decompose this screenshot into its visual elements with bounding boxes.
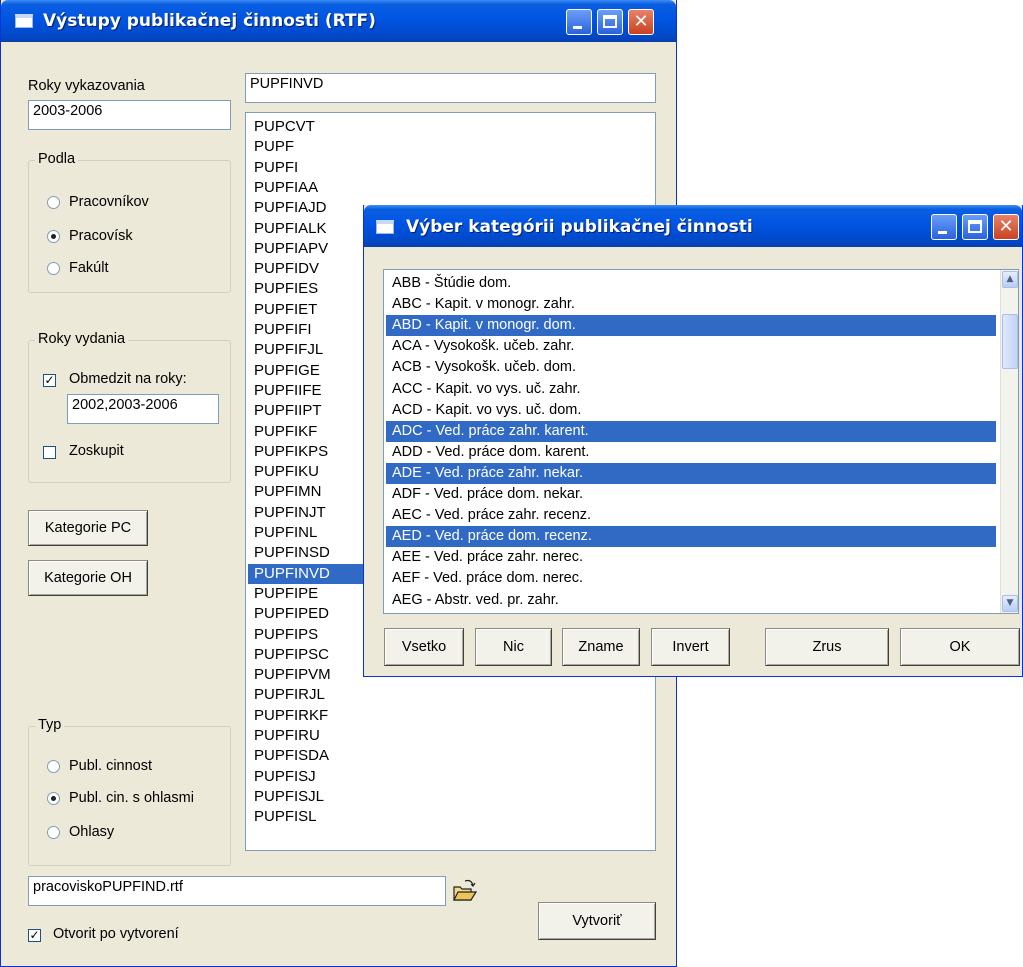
podla-group-label: Podla xyxy=(35,151,79,167)
radio-publ-cinnost-label[interactable]: Publ. cinnost xyxy=(69,758,152,774)
radio-publ-cinnost[interactable] xyxy=(47,760,60,773)
radio-pracovisk-label[interactable]: Pracovísk xyxy=(69,228,133,244)
dialog-maximize-button[interactable] xyxy=(962,214,988,240)
main-titlebar[interactable]: Výstupy publikačnej činnosti (RTF) ✕ xyxy=(1,0,676,42)
ok-button[interactable]: OK xyxy=(900,628,1020,666)
category-list-item[interactable]: ADD - Ved. práce dom. karent. xyxy=(386,442,996,463)
category-list-item[interactable]: ADC - Ved. práce zahr. karent. xyxy=(386,420,996,442)
template-list-item[interactable]: PUPFI xyxy=(248,158,653,178)
years-label: Roky vykazovania xyxy=(28,78,145,94)
radio-publ-cin-ohlasy[interactable] xyxy=(47,792,60,805)
template-list-item[interactable]: PUPFISL xyxy=(248,807,653,827)
select-none-button[interactable]: Nic xyxy=(475,628,552,666)
category-list-item[interactable]: AEG - Abstr. ved. pr. zahr. xyxy=(386,590,996,611)
maximize-icon xyxy=(603,15,617,28)
template-list-item[interactable]: PUPCVT xyxy=(248,117,653,137)
minimize-icon xyxy=(573,26,582,29)
category-list-item[interactable]: ADE - Ved. práce zahr. nekar. xyxy=(386,462,996,484)
radio-ohlasy-label[interactable]: Ohlasy xyxy=(69,824,114,840)
template-list-item[interactable]: PUPFIRKF xyxy=(248,706,653,726)
category-list-item[interactable]: ACB - Vysokošk. učeb. dom. xyxy=(386,357,996,378)
dialog-minimize-button[interactable] xyxy=(931,214,957,240)
radio-publ-cin-ohlasy-label[interactable]: Publ. cin. s ohlasmi xyxy=(69,790,194,806)
open-after-checkbox[interactable]: ✓ xyxy=(28,929,41,942)
group-label[interactable]: Zoskupit xyxy=(69,443,124,459)
template-list-item[interactable]: PUPFISJ xyxy=(248,767,653,787)
restrict-years-label[interactable]: Obmedzit na roky: xyxy=(69,371,187,387)
category-list-item[interactable]: ABC - Kapit. v monogr. zahr. xyxy=(386,294,996,315)
category-list-item[interactable]: ABD - Kapit. v monogr. dom. xyxy=(386,315,996,337)
radio-pracovisk[interactable] xyxy=(47,230,60,243)
category-list-item[interactable]: ACA - Vysokošk. učeb. zahr. xyxy=(386,336,996,357)
close-button[interactable]: ✕ xyxy=(628,9,654,35)
dialog-title: Výber kategórii publikačnej činnosti xyxy=(406,217,753,237)
dialog-close-button[interactable]: ✕ xyxy=(993,214,1019,240)
category-list[interactable]: ABB - Štúdie dom. ABC - Kapit. v monogr. … xyxy=(383,269,1019,614)
category-list-item[interactable]: ADF - Ved. práce dom. nekar. xyxy=(386,484,996,505)
category-list-item[interactable]: AEF - Ved. práce dom. nerec. xyxy=(386,568,996,589)
scroll-up-arrow-icon[interactable]: ▲ xyxy=(1002,271,1018,288)
create-button[interactable]: Vytvoriť xyxy=(538,902,656,940)
category-list-item[interactable]: ACC - Kapit. vo vys. uč. zahr. xyxy=(386,379,996,400)
radio-pracovnikov-label[interactable]: Pracovníkov xyxy=(69,194,149,210)
minimize-button[interactable] xyxy=(566,9,592,35)
category-list-item[interactable]: AEC - Ved. práce zahr. recenz. xyxy=(386,505,996,526)
template-list-item[interactable]: PUPFIRJL xyxy=(248,685,653,705)
template-list-item[interactable]: PUPF xyxy=(248,137,653,157)
radio-fakult[interactable] xyxy=(47,262,60,275)
typ-group-label: Typ xyxy=(35,717,65,733)
open-after-label[interactable]: Otvorit po vytvorení xyxy=(53,926,179,942)
template-list-item[interactable]: PUPFIRU xyxy=(248,726,653,746)
dialog-close-icon: ✕ xyxy=(998,216,1014,237)
open-folder-icon xyxy=(453,879,478,901)
radio-fakult-label[interactable]: Fakúlt xyxy=(69,260,109,276)
select-all-button[interactable]: Vsetko xyxy=(384,628,464,666)
close-icon: ✕ xyxy=(633,11,649,32)
years-input[interactable]: 2003-2006 xyxy=(28,100,231,130)
category-dialog: Výber kategórii publikačnej činnosti ✕ A… xyxy=(363,205,1023,677)
maximize-button[interactable] xyxy=(597,9,623,35)
dialog-window-icon xyxy=(376,220,394,234)
cancel-button[interactable]: Zrus xyxy=(765,628,889,666)
scroll-thumb[interactable] xyxy=(1002,314,1018,369)
select-known-button[interactable]: Zname xyxy=(562,628,640,666)
open-folder-button[interactable] xyxy=(449,876,479,906)
template-list-item[interactable]: PUPFIAA xyxy=(248,178,653,198)
category-list-item[interactable]: ABB - Štúdie dom. xyxy=(386,273,996,294)
roky-vydania-label: Roky vydania xyxy=(35,331,129,347)
dialog-maximize-icon xyxy=(968,220,982,233)
radio-pracovnikov[interactable] xyxy=(47,196,60,209)
window-icon xyxy=(15,14,33,28)
restrict-years-input[interactable]: 2002,2003-2006 xyxy=(67,394,219,424)
restrict-years-checkbox[interactable]: ✓ xyxy=(43,374,56,387)
template-input[interactable]: PUPFINVD xyxy=(245,73,656,103)
category-list-item[interactable]: ACD - Kapit. vo vys. uč. dom. xyxy=(386,400,996,421)
category-list-item[interactable]: AEE - Ved. práce zahr. nerec. xyxy=(386,547,996,568)
invert-button[interactable]: Invert xyxy=(651,628,730,666)
scroll-down-arrow-icon[interactable]: ▼ xyxy=(1002,595,1018,612)
category-scrollbar[interactable]: ▲ ▼ xyxy=(1000,270,1018,613)
radio-ohlasy[interactable] xyxy=(47,826,60,839)
category-list-item[interactable]: AED - Ved. práce dom. recenz. xyxy=(386,526,996,548)
dialog-titlebar[interactable]: Výber kategórii publikačnej činnosti ✕ xyxy=(364,205,1022,247)
template-list-item[interactable]: PUPFISJL xyxy=(248,787,653,807)
main-window-title: Výstupy publikačnej činnosti (RTF) xyxy=(43,11,376,31)
dialog-minimize-icon xyxy=(938,231,947,234)
podla-group: Podla xyxy=(28,151,231,293)
kategorie-oh-button[interactable]: Kategorie OH xyxy=(28,560,148,596)
kategorie-pc-button[interactable]: Kategorie PC xyxy=(28,510,148,546)
template-list-item[interactable]: PUPFISDA xyxy=(248,746,653,766)
group-checkbox[interactable] xyxy=(43,446,56,459)
output-file-input[interactable]: pracoviskoPUPFIND.rtf xyxy=(28,876,446,906)
